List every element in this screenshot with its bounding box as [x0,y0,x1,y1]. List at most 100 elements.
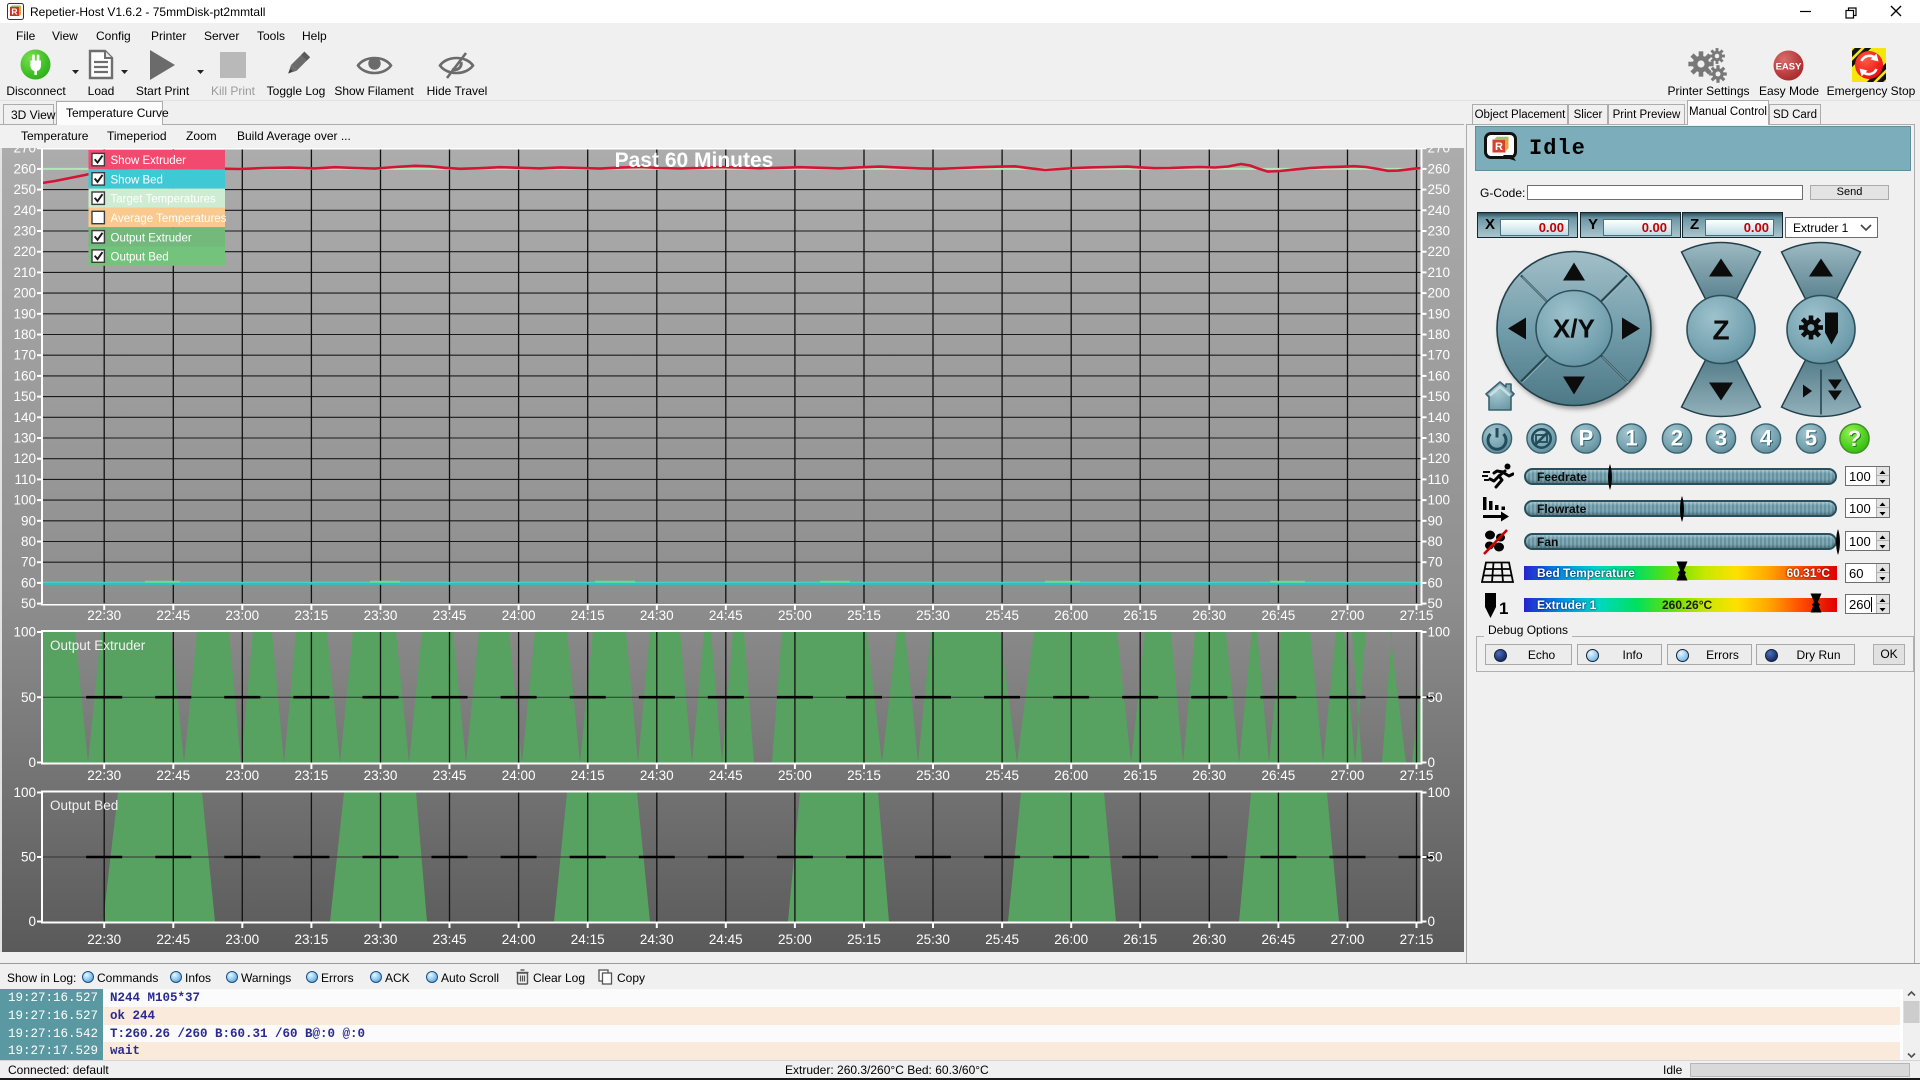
svg-text:25:45: 25:45 [985,932,1019,947]
svg-text:25:00: 25:00 [778,932,812,947]
svg-text:Output Bed: Output Bed [111,252,169,264]
svg-text:90: 90 [21,513,36,528]
svg-text:24:15: 24:15 [571,768,605,783]
svg-text:150: 150 [13,389,36,404]
svg-text:220: 220 [13,244,36,259]
svg-text:110: 110 [1428,472,1450,487]
svg-text:24:00: 24:00 [502,932,536,947]
svg-text:60: 60 [1428,575,1443,590]
svg-text:250: 250 [13,182,36,197]
svg-text:120: 120 [13,451,36,466]
svg-text:EASY: EASY [1776,62,1803,73]
svg-text:0: 0 [28,755,36,770]
svg-text:22:45: 22:45 [156,932,190,947]
svg-text:Z: Z [1712,315,1729,346]
svg-text:150: 150 [1428,389,1451,404]
svg-text:27:00: 27:00 [1331,768,1365,783]
svg-text:25:30: 25:30 [916,768,950,783]
svg-text:50: 50 [1428,690,1443,705]
svg-text:25:30: 25:30 [916,932,950,947]
svg-text:23:00: 23:00 [225,932,259,947]
svg-text:24:00: 24:00 [502,608,536,623]
svg-text:22:30: 22:30 [87,768,121,783]
svg-text:24:45: 24:45 [709,608,743,623]
svg-text:240: 240 [13,203,36,218]
svg-text:27:00: 27:00 [1331,932,1365,947]
svg-text:26:45: 26:45 [1262,932,1296,947]
svg-text:22:30: 22:30 [87,932,121,947]
svg-text:23:45: 23:45 [433,932,467,947]
svg-text:R: R [11,7,17,17]
svg-text:Output Extruder: Output Extruder [50,638,146,653]
svg-text:26:15: 26:15 [1123,768,1157,783]
svg-text:100: 100 [13,785,36,800]
svg-text:2: 2 [1671,426,1683,451]
svg-text:24:45: 24:45 [709,932,743,947]
svg-text:23:00: 23:00 [225,768,259,783]
svg-text:26:45: 26:45 [1262,768,1296,783]
svg-text:170: 170 [1428,348,1451,363]
svg-text:50: 50 [21,850,36,865]
svg-text:X/Y: X/Y [1553,314,1595,344]
svg-text:200: 200 [13,286,36,301]
svg-text:100: 100 [1428,785,1451,800]
svg-text:180: 180 [1428,327,1451,342]
svg-text:23:30: 23:30 [364,768,398,783]
svg-text:24:30: 24:30 [640,608,674,623]
svg-text:60: 60 [21,575,36,590]
svg-text:90: 90 [1428,513,1443,528]
svg-text:50: 50 [21,596,36,611]
svg-text:210: 210 [1428,265,1451,280]
svg-text:25:45: 25:45 [985,608,1019,623]
svg-text:80: 80 [21,534,36,549]
svg-text:24:45: 24:45 [709,768,743,783]
svg-text:23:15: 23:15 [295,932,329,947]
svg-text:27:00: 27:00 [1331,608,1365,623]
svg-text:190: 190 [1428,306,1451,321]
svg-text:80: 80 [1428,534,1443,549]
svg-text:130: 130 [1428,431,1451,446]
svg-text:180: 180 [13,327,36,342]
svg-text:50: 50 [21,690,36,705]
svg-text:26:30: 26:30 [1192,608,1226,623]
svg-text:23:15: 23:15 [295,768,329,783]
svg-text:160: 160 [1428,368,1451,383]
svg-text:25:45: 25:45 [985,768,1019,783]
svg-text:130: 130 [13,431,36,446]
svg-text:22:45: 22:45 [156,608,190,623]
svg-text:23:45: 23:45 [433,608,467,623]
svg-text:200: 200 [1428,286,1451,301]
svg-text:140: 140 [1428,410,1451,425]
svg-text:100: 100 [13,493,36,508]
svg-text:70: 70 [21,555,36,570]
svg-text:110: 110 [14,472,36,487]
svg-text:Show Extruder: Show Extruder [111,155,187,167]
svg-text:100: 100 [13,625,36,640]
svg-text:Show Bed: Show Bed [111,174,163,186]
svg-text:100: 100 [1428,625,1451,640]
svg-text:260: 260 [13,161,36,176]
svg-text:170: 170 [13,348,36,363]
svg-text:250: 250 [1428,182,1451,197]
svg-text:24:00: 24:00 [502,768,536,783]
svg-text:23:15: 23:15 [295,608,329,623]
svg-text:Past 60 Minutes: Past 60 Minutes [615,149,774,172]
svg-text:140: 140 [13,410,36,425]
svg-text:240: 240 [1428,203,1451,218]
svg-text:50: 50 [1428,850,1443,865]
svg-text:5: 5 [1805,426,1817,451]
svg-text:26:00: 26:00 [1054,932,1088,947]
svg-text:0: 0 [28,914,36,929]
svg-text:Output Extruder: Output Extruder [111,232,192,244]
svg-text:26:30: 26:30 [1192,768,1226,783]
svg-text:26:00: 26:00 [1054,768,1088,783]
svg-text:24:30: 24:30 [640,932,674,947]
svg-text:1: 1 [1625,426,1637,451]
svg-text:270: 270 [1428,148,1451,156]
svg-text:?: ? [1848,426,1861,451]
svg-text:160: 160 [13,368,36,383]
svg-text:120: 120 [1428,451,1451,466]
svg-text:25:00: 25:00 [778,608,812,623]
svg-text:26:15: 26:15 [1123,608,1157,623]
svg-text:Target Temperatures: Target Temperatures [111,194,217,206]
